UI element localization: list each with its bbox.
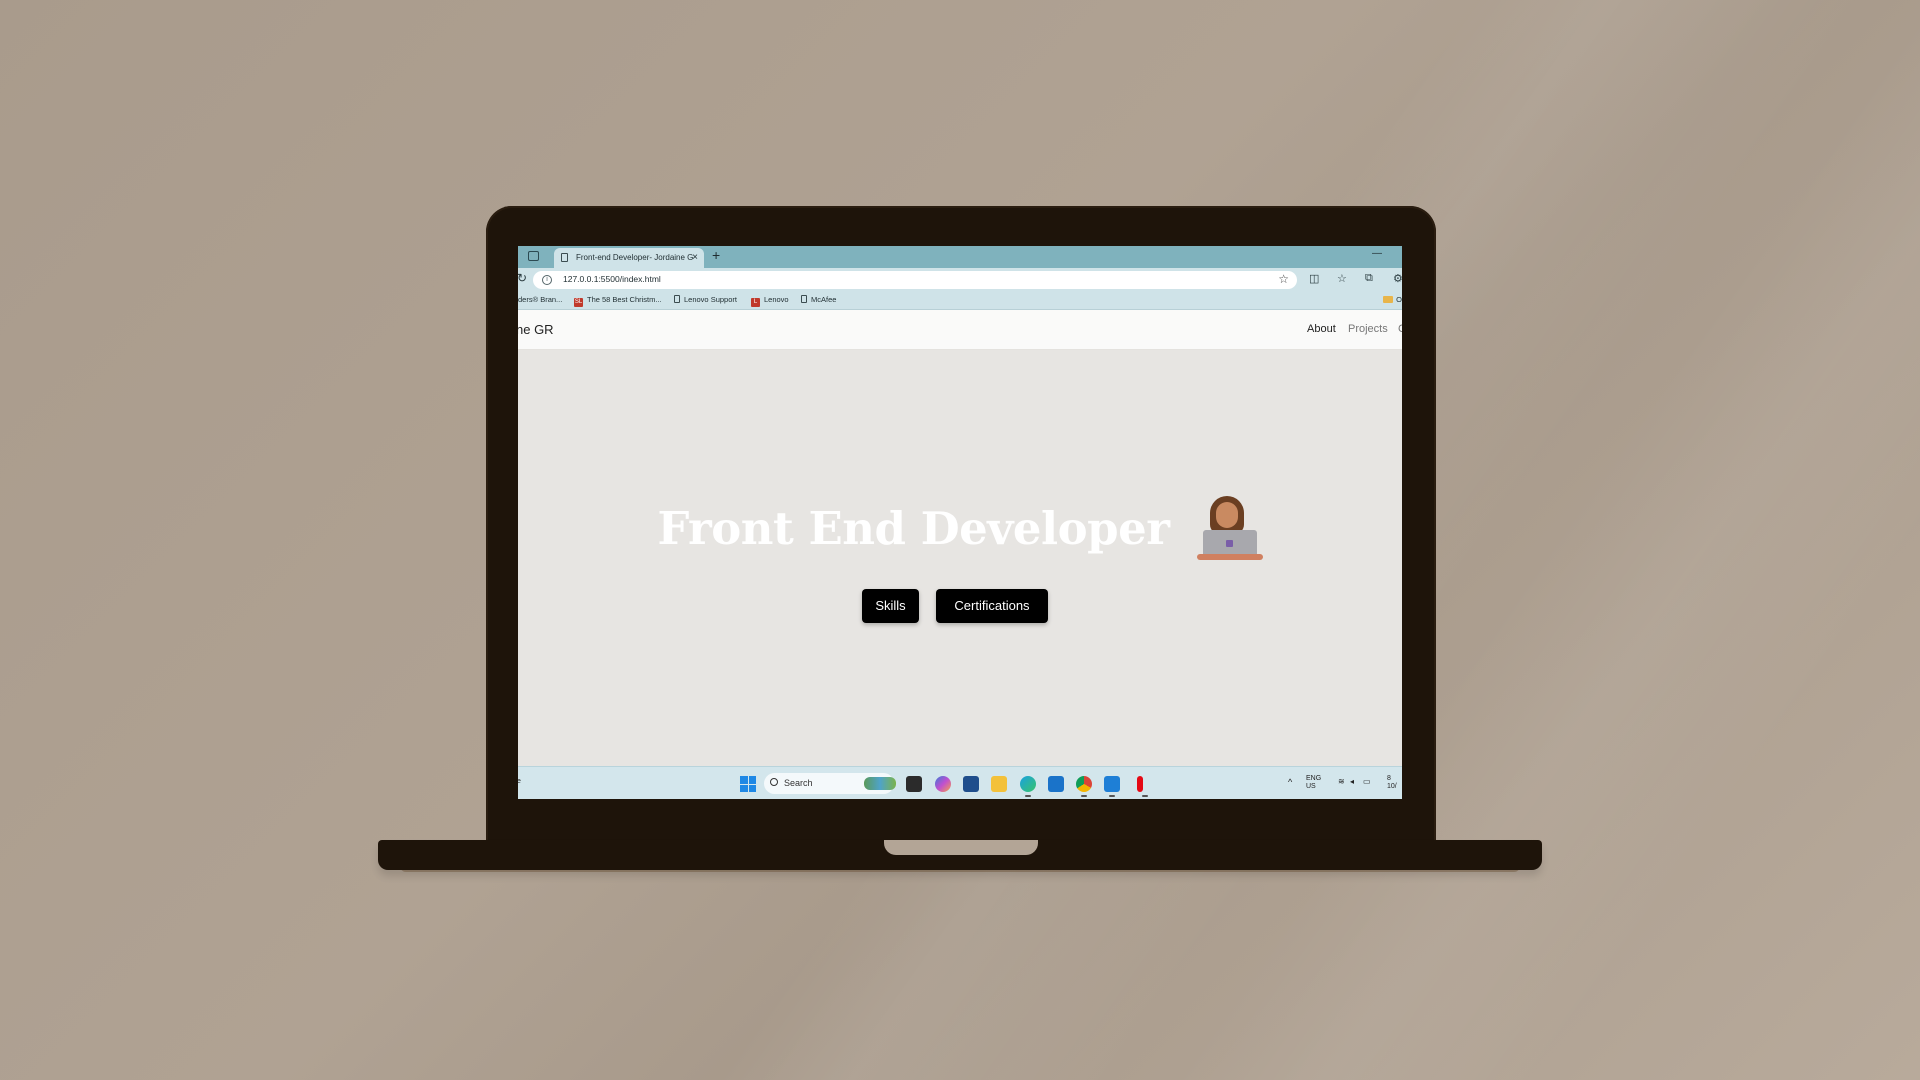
site-brand[interactable]: ne GR xyxy=(518,322,554,337)
windows-taskbar: e Search ^ ENG US ≋ ◂ ▭ 8 10/ xyxy=(518,766,1402,799)
chrome-icon[interactable] xyxy=(1076,776,1092,797)
file-explorer-icon[interactable] xyxy=(991,776,1007,792)
browser-toolbar: ↻ i 127.0.0.1:5500/index.html ☆ xyxy=(518,268,1402,292)
url-text[interactable]: 127.0.0.1:5500/index.html xyxy=(563,274,661,284)
collections-icon[interactable]: ⧉ xyxy=(1365,272,1373,285)
netflix-icon[interactable] xyxy=(1137,776,1148,797)
nav-link-contact[interactable]: C xyxy=(1398,323,1402,335)
taskbar-search[interactable]: Search xyxy=(764,773,896,794)
bookmark-page-icon xyxy=(674,295,680,303)
wifi-icon[interactable]: ≋ xyxy=(1338,778,1345,786)
language-code: ENG xyxy=(1306,775,1322,782)
new-tab-button[interactable]: + xyxy=(712,247,720,263)
battery-icon[interactable]: ▭ xyxy=(1363,778,1371,786)
bookmarks-bar: ders® Bran... SL The 58 Best Christm... L… xyxy=(518,292,1402,310)
bookmark-favicon-icon: SL xyxy=(574,298,583,307)
bookmark-item[interactable]: L Lenovo xyxy=(751,295,789,307)
folder-icon xyxy=(1383,296,1394,303)
favorites-icon[interactable]: ☆ xyxy=(1337,272,1347,285)
volume-icon[interactable]: ◂ xyxy=(1350,778,1354,786)
hero-title: Front End Developer xyxy=(657,501,1170,555)
reload-icon[interactable]: ↻ xyxy=(518,271,527,285)
tab-title: Front-end Developer- Jordaine G xyxy=(576,253,694,262)
region-code: US xyxy=(1306,783,1316,790)
site-navbar: ne GR About Projects C xyxy=(518,310,1402,350)
laptop-screen: Front-end Developer- Jordaine G × + — ↻ … xyxy=(518,246,1402,799)
split-screen-icon[interactable]: ◫ xyxy=(1309,272,1319,285)
nav-link-about[interactable]: About xyxy=(1307,323,1336,335)
bookmark-page-icon xyxy=(801,295,807,303)
start-windows-icon[interactable] xyxy=(740,776,756,792)
language-indicator[interactable]: ENG US xyxy=(1306,775,1321,791)
search-placeholder: Search xyxy=(784,778,813,788)
tab-active[interactable]: Front-end Developer- Jordaine G × xyxy=(554,248,704,268)
certifications-button[interactable]: Certifications xyxy=(936,589,1048,623)
edge-icon[interactable] xyxy=(1020,776,1036,797)
search-highlight-image xyxy=(864,777,896,790)
woman-technologist-emoji-icon xyxy=(1196,496,1263,560)
clock-date: 10/ xyxy=(1387,783,1397,790)
bookmark-label: ders® Bran... xyxy=(518,295,563,304)
bookmark-label: The 58 Best Christm... xyxy=(587,295,662,304)
clock[interactable]: 8 10/ xyxy=(1387,775,1397,791)
copilot-icon[interactable] xyxy=(935,776,951,792)
show-hidden-icons-chevron-icon[interactable]: ^ xyxy=(1288,778,1292,787)
task-view-icon[interactable] xyxy=(906,776,922,792)
vscode-icon[interactable] xyxy=(1104,776,1120,797)
laptop-notch xyxy=(884,840,1038,855)
bookmark-item[interactable]: SL The 58 Best Christm... xyxy=(574,295,662,307)
bookmark-favicon-icon: L xyxy=(751,298,760,307)
bookmark-item[interactable]: ders® Bran... xyxy=(518,295,562,304)
search-icon xyxy=(770,778,778,786)
hero-section: Front End Developer xyxy=(518,496,1402,560)
nav-link-projects[interactable]: Projects xyxy=(1348,323,1388,335)
page-icon xyxy=(561,253,568,262)
clock-time: 8 xyxy=(1387,775,1391,782)
bookmark-label: Lenovo xyxy=(764,295,789,304)
outlook-icon[interactable] xyxy=(1048,776,1064,792)
favorite-star-icon[interactable]: ☆ xyxy=(1278,272,1289,286)
minimize-button[interactable]: — xyxy=(1372,248,1382,259)
address-bar[interactable]: i 127.0.0.1:5500/index.html ☆ xyxy=(533,271,1297,289)
store-icon[interactable] xyxy=(963,776,979,792)
widgets-label[interactable]: e xyxy=(518,778,521,785)
extensions-icon[interactable]: ⚙ xyxy=(1393,272,1402,285)
browser-tab-bar: Front-end Developer- Jordaine G × + — xyxy=(518,246,1402,268)
bookmark-label: McAfee xyxy=(811,295,837,304)
skills-button[interactable]: Skills xyxy=(862,589,919,623)
tab-close-icon[interactable]: × xyxy=(692,248,698,268)
bookmark-label: Lenovo Support xyxy=(684,295,737,304)
bookmark-item[interactable]: Lenovo Support xyxy=(674,295,737,304)
folder-label: Ot xyxy=(1396,295,1402,304)
tab-actions-icon[interactable] xyxy=(528,251,539,261)
other-favorites-folder[interactable]: Ot xyxy=(1383,295,1402,304)
site-info-icon[interactable]: i xyxy=(542,275,552,285)
bookmark-item[interactable]: McAfee xyxy=(801,295,836,304)
